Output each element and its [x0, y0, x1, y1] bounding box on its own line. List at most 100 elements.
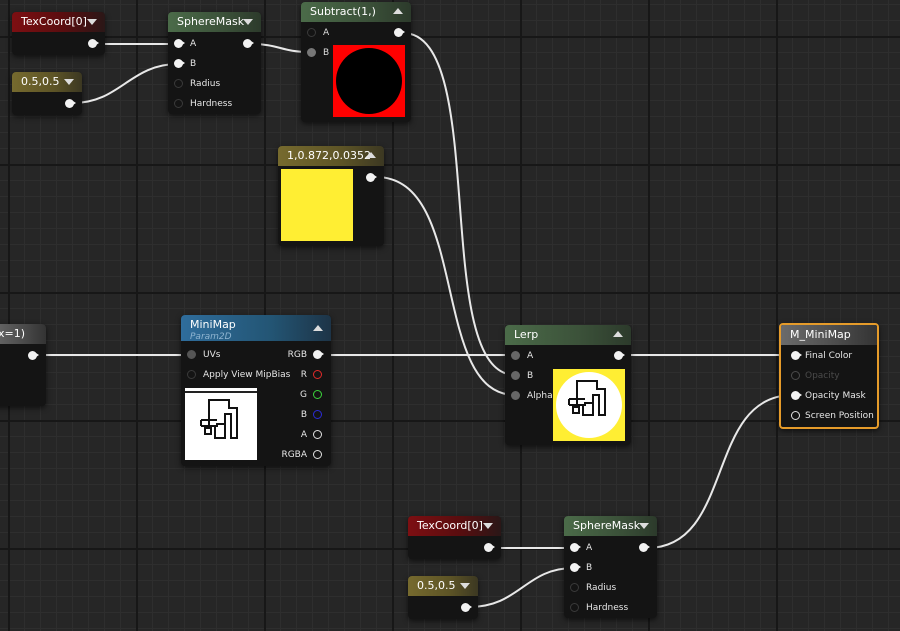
node-header[interactable]: MiniMap Param2D: [181, 315, 331, 342]
output-pin-g[interactable]: [313, 390, 322, 399]
input-pin-b[interactable]: [511, 371, 520, 380]
input-pin-opacity-mask[interactable]: [791, 391, 802, 400]
pin-label: Radius: [190, 79, 221, 89]
constant2-node-top[interactable]: 0.5,0.5: [12, 72, 82, 115]
node-header[interactable]: SphereMask: [564, 516, 657, 536]
output-pin-rgb[interactable]: [313, 350, 324, 359]
minimap-texture-preview: [185, 388, 257, 460]
node-title: Subtract(1,): [310, 5, 376, 18]
left-partial-node[interactable]: x=1): [0, 324, 46, 406]
node-header[interactable]: x=1): [0, 324, 46, 344]
collapse-arrow-icon[interactable]: [243, 19, 253, 25]
node-header[interactable]: Lerp: [505, 325, 631, 345]
pin-label: A: [527, 351, 534, 361]
collapse-arrow-icon[interactable]: [64, 79, 74, 85]
input-pin-radius[interactable]: [570, 583, 579, 592]
input-pin-a[interactable]: [307, 28, 316, 37]
expand-arrow-icon[interactable]: [393, 8, 403, 14]
node-header[interactable]: TexCoord[0]: [408, 516, 501, 536]
input-pin-uvs[interactable]: [187, 350, 196, 359]
wire-color-to-lerp-alpha: [375, 176, 516, 396]
material-result-node[interactable]: M_MiniMap Final Color Opacity Opacity Ma…: [779, 323, 879, 429]
node-header[interactable]: Subtract(1,): [301, 2, 411, 22]
collapse-arrow-icon[interactable]: [460, 583, 470, 589]
collapse-arrow-icon[interactable]: [483, 523, 493, 529]
input-pin-final-color[interactable]: [791, 351, 802, 360]
node-title: M_MiniMap: [790, 328, 851, 341]
node-header[interactable]: TexCoord[0]: [12, 12, 105, 32]
node-header[interactable]: 0.5,0.5: [408, 576, 478, 596]
pin-label: Apply View MipBias: [203, 370, 291, 380]
subtract-node[interactable]: Subtract(1,) A B: [301, 2, 411, 122]
input-pin-a[interactable]: [174, 39, 185, 48]
texcoord-node-bottom[interactable]: TexCoord[0]: [408, 516, 501, 559]
collapse-arrow-icon[interactable]: [87, 19, 97, 25]
output-pin[interactable]: [394, 28, 405, 37]
output-pin[interactable]: [28, 351, 39, 360]
node-title: Lerp: [514, 328, 539, 341]
input-pin-b[interactable]: [307, 48, 316, 57]
black-circle: [336, 48, 402, 114]
input-pin-b[interactable]: [570, 563, 581, 572]
node-subtitle: Param2D: [190, 332, 232, 342]
output-pin[interactable]: [366, 173, 377, 182]
texcoord-node-top[interactable]: TexCoord[0]: [12, 12, 105, 55]
node-title: MiniMap: [190, 318, 236, 331]
output-pin[interactable]: [484, 543, 495, 552]
constant3-node-color[interactable]: 1,0.872,0.0352: [278, 146, 384, 246]
output-pin[interactable]: [88, 39, 99, 48]
output-pin-a[interactable]: [313, 430, 322, 439]
output-pin-r[interactable]: [313, 370, 322, 379]
minimap-outline-icon: [568, 380, 606, 416]
expand-arrow-icon[interactable]: [613, 331, 623, 337]
output-pin[interactable]: [639, 543, 650, 552]
spheremask-node-top[interactable]: SphereMask A B Radius Hardness: [168, 12, 261, 114]
input-pin-screen-position[interactable]: [791, 411, 800, 420]
constant2-node-bottom[interactable]: 0.5,0.5: [408, 576, 478, 619]
lerp-node[interactable]: Lerp A B Alpha: [505, 325, 631, 445]
expand-arrow-icon[interactable]: [366, 152, 376, 158]
input-pin-opacity[interactable]: [791, 371, 800, 380]
pin-label: RGBA: [281, 450, 307, 460]
output-pin-b[interactable]: [313, 410, 322, 419]
input-pin-b[interactable]: [174, 59, 185, 68]
wire-subtract-to-lerp-b: [402, 32, 516, 376]
input-pin-a[interactable]: [570, 543, 581, 552]
node-header[interactable]: 0.5,0.5: [12, 72, 82, 92]
pin-label: A: [190, 39, 197, 49]
output-pin[interactable]: [614, 351, 625, 360]
input-pin-radius[interactable]: [174, 79, 183, 88]
node-header[interactable]: 1,0.872,0.0352: [278, 146, 384, 166]
minimap-param2d-node[interactable]: MiniMap Param2D UVs Apply View MipBias R…: [181, 315, 331, 466]
expand-arrow-icon[interactable]: [313, 325, 323, 331]
pin-label: B: [586, 563, 593, 573]
pin-label: A: [586, 543, 593, 553]
subtract-preview: [333, 45, 405, 117]
color-swatch-yellow: [281, 169, 353, 241]
output-pin[interactable]: [243, 39, 254, 48]
output-pin-rgba[interactable]: [313, 450, 322, 459]
node-title: SphereMask: [573, 519, 641, 532]
pin-label: A: [300, 430, 307, 440]
output-pin[interactable]: [461, 603, 472, 612]
node-title: 0.5,0.5: [21, 75, 60, 88]
pin-label: UVs: [203, 350, 221, 360]
input-pin-apply-view-mipbias[interactable]: [187, 370, 196, 379]
pin-label: RGB: [287, 350, 307, 360]
input-pin-hardness[interactable]: [174, 99, 183, 108]
spheremask-node-bottom[interactable]: SphereMask A B Radius Hardness: [564, 516, 657, 618]
node-title: x=1): [0, 327, 26, 340]
input-pin-alpha[interactable]: [511, 391, 520, 400]
minimap-outline-icon: [200, 399, 238, 439]
node-header[interactable]: SphereMask: [168, 12, 261, 32]
node-header[interactable]: M_MiniMap: [781, 325, 877, 345]
pin-label: Alpha: [527, 391, 553, 401]
pin-label: Hardness: [190, 99, 233, 109]
collapse-arrow-icon[interactable]: [639, 523, 649, 529]
input-pin-a[interactable]: [511, 351, 520, 360]
node-title: 0.5,0.5: [417, 579, 456, 592]
input-pin-hardness[interactable]: [570, 603, 579, 612]
node-title: TexCoord[0]: [21, 15, 87, 28]
output-pin[interactable]: [65, 99, 76, 108]
pin-label: A: [323, 28, 330, 38]
